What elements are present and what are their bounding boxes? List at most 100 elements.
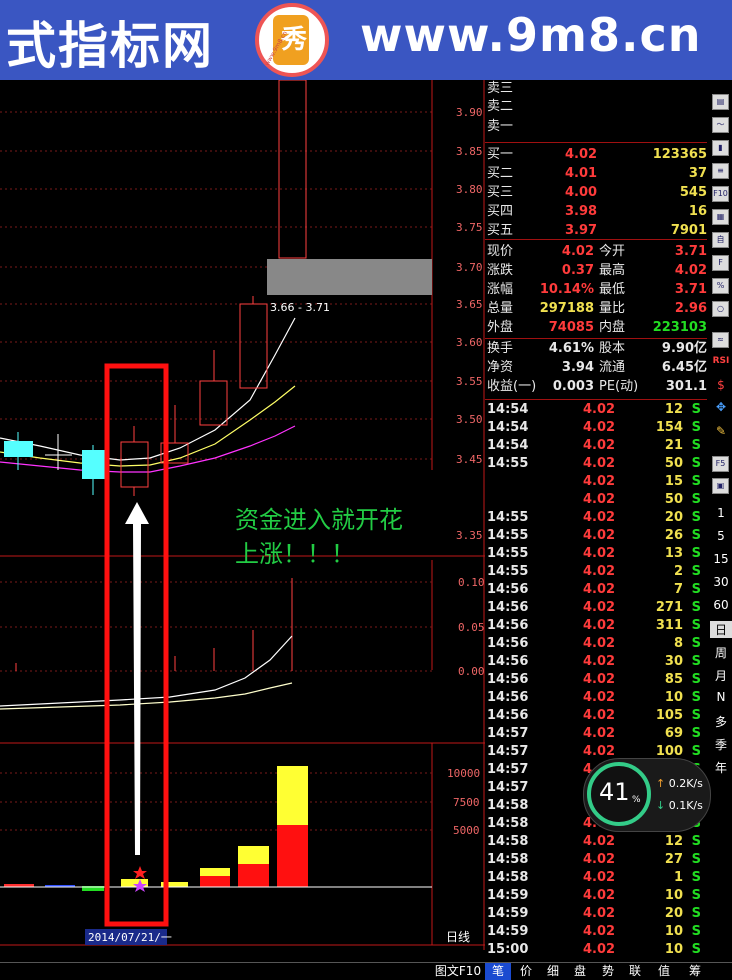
period-button[interactable]: 60 [710,598,732,612]
bottom-tab[interactable]: 值 [650,963,678,980]
period-button[interactable]: 周 [710,644,732,661]
annotation-line-1: 资金进入就开花 [235,506,403,534]
tick-side: S [691,600,701,615]
period-button[interactable]: 季 [710,736,732,753]
bid-row[interactable]: 买一 4.02 123365 [485,146,707,164]
period-button[interactable]: 多 [710,713,732,730]
banner-left-text: 式指标网 [6,17,214,75]
info-icon[interactable]: 自 [712,232,729,248]
pencil-icon[interactable]: ✎ [710,424,732,438]
rsi-button[interactable]: RSI [710,356,732,366]
bid-row[interactable]: 买二 4.01 37 [485,165,707,183]
bid-price: 3.98 [565,204,598,219]
price-axis: 3.90 3.85 3.80 3.75 3.70 3.65 3.60 3.55 … [456,106,483,542]
tick-side: S [691,510,701,525]
percent-icon[interactable]: % [712,278,729,294]
tick-price: 4.02 [583,402,616,417]
tick-time: 14:59 [487,924,529,939]
volume-bar [238,846,269,864]
tick-volume: 15 [664,474,683,489]
refresh-icon[interactable]: ○ [712,301,729,317]
upload-speed: ↑ 0.2K/s [656,777,703,790]
stat-label: 内盘 [599,320,626,335]
period-button[interactable]: 15 [710,552,732,566]
star-red-icon [133,866,147,879]
stat-label: 涨幅 [487,282,514,297]
tick-price: 4.02 [583,492,616,507]
bid-volume: 16 [688,204,707,219]
line-chart-icon[interactable]: 〜 [712,117,729,133]
tick-price: 4.02 [583,618,616,633]
period-button[interactable]: 5 [710,529,732,543]
stat-value: 6.45亿 [661,360,707,375]
tick-time: 14:58 [487,798,529,813]
bottom-tab[interactable]: 价 [513,963,539,980]
dollar-icon[interactable]: $ [710,378,732,392]
tick-row: 14:55 4.02 2 S [485,563,707,581]
network-speed-widget[interactable]: 41 % ↑ 0.2K/s ↓ 0.1K/s [583,758,711,832]
download-speed: ↓ 0.1K/s [656,799,703,812]
banner-url-text: www.9m8.cn [360,8,702,62]
tick-price: 4.02 [583,906,616,921]
period-button[interactable]: 月 [710,667,732,684]
bid-row[interactable]: 买四 3.98 16 [485,203,707,221]
tick-price: 4.02 [583,870,616,885]
price-axis-label: 3.80 [456,183,483,196]
candle-icon[interactable]: ▮ [712,140,729,156]
bottom-tab[interactable]: 盘 [567,963,593,980]
bid-row[interactable]: 买三 4.00 545 [485,184,707,202]
upload-speed-value: 0.2K/s [668,777,703,790]
tick-volume: 50 [664,492,683,507]
fiz-icon[interactable]: F [712,255,729,271]
bottom-tab[interactable]: 笔 [485,963,511,980]
zoom-in-button[interactable]: + [440,947,450,950]
stat-value: 3.94 [561,360,594,375]
volume-bar [200,868,230,876]
bid-price: 4.02 [565,147,598,162]
stat-label: 最高 [599,263,626,278]
tick-price: 4.02 [583,690,616,705]
tick-time: 14:56 [487,690,529,705]
bottom-tab[interactable]: 联 [622,963,648,980]
tick-time: 14:56 [487,654,529,669]
image-icon[interactable]: ▣ [712,478,729,494]
bottom-tab[interactable]: 势 [595,963,621,980]
price-axis-label: 3.75 [456,221,483,234]
bottom-tab[interactable]: 细 [540,963,566,980]
volume-axis-label: 7500 [453,796,480,809]
stat-label: 总量 [487,301,514,316]
kline-chart[interactable]: 3.90 3.85 3.80 3.75 3.70 3.65 3.60 3.55 … [0,80,485,950]
zoom-out-button[interactable]: − [462,947,472,950]
bid-row[interactable]: 买五 3.97 7901 [485,222,707,240]
tick-side: S [691,726,701,741]
report-icon[interactable]: ▦ [712,209,729,225]
tick-time: 14:57 [487,780,529,795]
tick-row: 15:00 4.02 10 S [485,941,707,959]
f10-button[interactable]: F10 [712,186,729,202]
speed-percent: 41 [599,778,630,806]
tick-side: S [691,690,701,705]
bottom-tab[interactable]: 图文F10 [433,963,483,980]
volume-pane: 10000 7500 5000 [0,766,480,892]
tick-time: 14:58 [487,852,529,867]
f5-button[interactable]: F5 [712,456,729,472]
table-icon[interactable]: ▤ [712,94,729,110]
tick-row: 4.02 15 S [485,473,707,491]
tick-time: 14:58 [487,816,529,831]
list-icon[interactable]: ≡ [712,163,729,179]
period-button[interactable]: 1 [710,506,732,520]
period-button[interactable]: N [710,690,732,704]
tick-side: S [691,618,701,633]
indicator-pane: 0.10 0.05 0.00 [0,576,485,710]
tick-price: 4.02 [583,528,616,543]
period-button[interactable]: 日 [710,621,732,638]
tick-time: 14:54 [487,438,529,453]
move-icon[interactable]: ✥ [710,400,732,414]
period-button[interactable]: 年 [710,759,732,776]
period-button[interactable]: 30 [710,575,732,589]
period-label[interactable]: 日线 [446,930,470,944]
tick-side: S [691,888,701,903]
bottom-tab[interactable]: 筹 [680,963,710,980]
wave-icon[interactable]: ≈ [712,332,729,348]
stat-label: 股本 [599,341,626,356]
